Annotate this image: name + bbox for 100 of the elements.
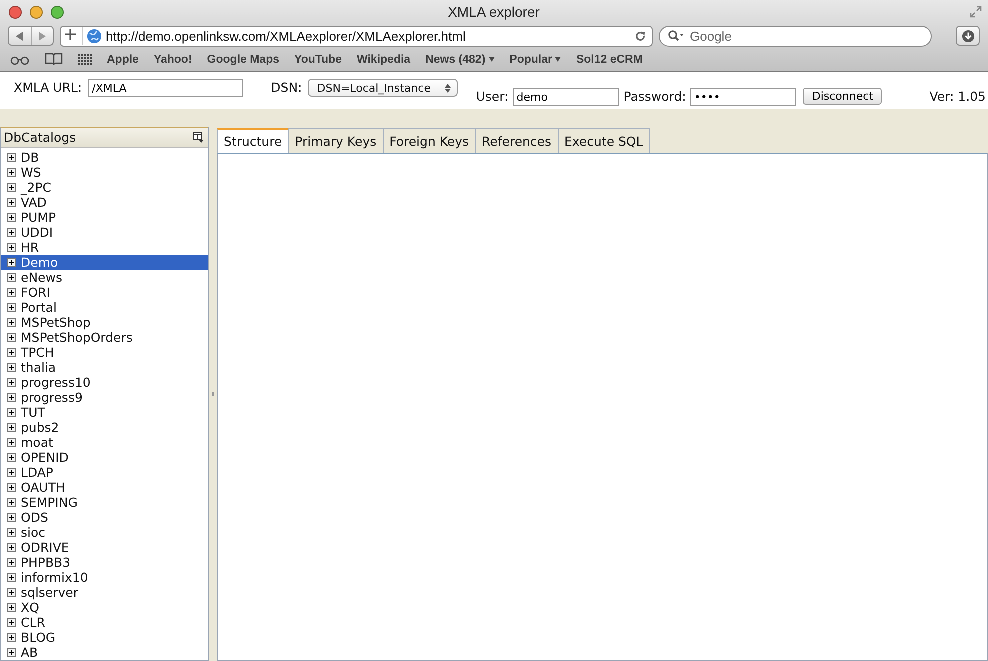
expand-icon[interactable]: [7, 528, 16, 537]
catalog-item[interactable]: HR: [1, 240, 208, 255]
search-input[interactable]: Google: [688, 28, 923, 44]
catalog-item[interactable]: FORI: [1, 285, 208, 300]
catalog-item[interactable]: TPCH: [1, 345, 208, 360]
catalog-item[interactable]: pubs2: [1, 420, 208, 435]
panel-menu-icon[interactable]: [193, 132, 204, 143]
book-icon[interactable]: [45, 53, 63, 66]
reload-icon[interactable]: [635, 30, 646, 42]
expand-icon[interactable]: [7, 648, 16, 657]
expand-icon[interactable]: [7, 423, 16, 432]
catalog-item[interactable]: informix10: [1, 570, 208, 585]
minimize-button[interactable]: [30, 6, 43, 18]
catalog-item[interactable]: moat: [1, 435, 208, 450]
bookmark-link[interactable]: Sol12 eCRM: [576, 54, 643, 66]
plus-icon[interactable]: [65, 29, 76, 40]
bookmark-link[interactable]: Wikipedia: [356, 54, 411, 66]
catalog-item[interactable]: DB: [1, 150, 208, 165]
expand-icon[interactable]: [7, 228, 16, 237]
back-forward-buttons[interactable]: [8, 26, 54, 46]
catalog-item[interactable]: Portal: [1, 300, 208, 315]
expand-icon[interactable]: [7, 513, 16, 522]
dsn-dropdown[interactable]: DSN=Local_Instance: [308, 79, 458, 97]
bookmark-link[interactable]: News (482): [426, 54, 495, 66]
catalog-item[interactable]: BLOG: [1, 630, 208, 645]
expand-icon[interactable]: [7, 318, 16, 327]
bookmark-link[interactable]: YouTube: [294, 54, 342, 66]
bookmark-link[interactable]: Yahoo!: [154, 54, 192, 66]
catalog-item[interactable]: OPENID: [1, 450, 208, 465]
expand-icon[interactable]: [7, 618, 16, 627]
downloads-button[interactable]: [956, 26, 980, 46]
expand-icon[interactable]: [7, 498, 16, 507]
expand-icon[interactable]: [7, 543, 16, 552]
password-field[interactable]: ••••: [690, 88, 796, 106]
tab[interactable]: Structure: [217, 128, 290, 153]
catalog-item[interactable]: progress10: [1, 375, 208, 390]
catalog-item[interactable]: OAUTH: [1, 480, 208, 495]
catalog-item[interactable]: eNews: [1, 270, 208, 285]
catalog-item[interactable]: TUT: [1, 405, 208, 420]
expand-icon[interactable]: [7, 333, 16, 342]
expand-icon[interactable]: [7, 198, 16, 207]
catalog-item[interactable]: XQ: [1, 600, 208, 615]
search-field[interactable]: Google: [659, 26, 932, 46]
catalog-item[interactable]: _2PC: [1, 180, 208, 195]
expand-icon[interactable]: [7, 573, 16, 582]
catalog-item[interactable]: AB: [1, 645, 208, 660]
catalog-item[interactable]: CLR: [1, 615, 208, 630]
tab[interactable]: Execute SQL: [558, 128, 650, 153]
disconnect-button[interactable]: Disconnect: [803, 88, 882, 105]
expand-icon[interactable]: [7, 348, 16, 357]
catalog-item[interactable]: sqlserver: [1, 585, 208, 600]
expand-icon[interactable]: [7, 453, 16, 462]
catalog-item[interactable]: sioc: [1, 525, 208, 540]
expand-icon[interactable]: [7, 378, 16, 387]
catalog-item[interactable]: LDAP: [1, 465, 208, 480]
catalog-item[interactable]: Demo: [1, 255, 208, 270]
expand-icon[interactable]: [7, 438, 16, 447]
close-button[interactable]: [9, 6, 22, 18]
bookmark-link[interactable]: Google Maps: [207, 54, 280, 66]
url-field[interactable]: /XMLA: [88, 79, 244, 97]
expand-icon[interactable]: [7, 303, 16, 312]
catalog-item[interactable]: PUMP: [1, 210, 208, 225]
tab[interactable]: Foreign Keys: [384, 128, 476, 153]
expand-icon[interactable]: [7, 153, 16, 162]
bookmark-link[interactable]: Popular: [510, 54, 562, 66]
catalog-item[interactable]: MSPetShop: [1, 315, 208, 330]
user-field[interactable]: demo: [512, 88, 619, 106]
expand-icon[interactable]: [7, 393, 16, 402]
expand-icon[interactable]: [7, 633, 16, 642]
bookmark-link[interactable]: Apple: [107, 54, 139, 66]
grid-icon[interactable]: [78, 54, 92, 66]
catalog-item[interactable]: PHPBB3: [1, 555, 208, 570]
catalog-item[interactable]: UDDI: [1, 225, 208, 240]
expand-icon[interactable]: [7, 558, 16, 567]
fullscreen-icon[interactable]: [970, 6, 982, 18]
expand-icon[interactable]: [7, 288, 16, 297]
expand-icon[interactable]: [7, 588, 16, 597]
expand-icon[interactable]: [7, 483, 16, 492]
expand-icon[interactable]: [7, 168, 16, 177]
catalog-item[interactable]: WS: [1, 165, 208, 180]
catalog-item[interactable]: SEMPING: [1, 495, 208, 510]
expand-icon[interactable]: [7, 468, 16, 477]
catalog-item[interactable]: thalia: [1, 360, 208, 375]
splitter-handle[interactable]: [212, 392, 214, 396]
tab[interactable]: Primary Keys: [289, 128, 384, 153]
expand-icon[interactable]: [7, 213, 16, 222]
expand-icon[interactable]: [7, 408, 16, 417]
catalog-item[interactable]: progress9: [1, 390, 208, 405]
expand-icon[interactable]: [7, 243, 16, 252]
expand-icon[interactable]: [7, 603, 16, 612]
catalog-item[interactable]: ODS: [1, 510, 208, 525]
expand-icon[interactable]: [7, 273, 16, 282]
catalog-item[interactable]: ODRIVE: [1, 540, 208, 555]
catalog-item[interactable]: VAD: [1, 195, 208, 210]
tab[interactable]: References: [476, 128, 559, 153]
catalog-item[interactable]: MSPetShopOrders: [1, 330, 208, 345]
address-field[interactable]: http://demo.openlinksw.com/XMLAexplorer/XMLAexplorer.html: [60, 26, 653, 46]
expand-icon[interactable]: [7, 258, 16, 267]
expand-icon[interactable]: [7, 183, 16, 192]
zoom-button[interactable]: [51, 6, 64, 18]
